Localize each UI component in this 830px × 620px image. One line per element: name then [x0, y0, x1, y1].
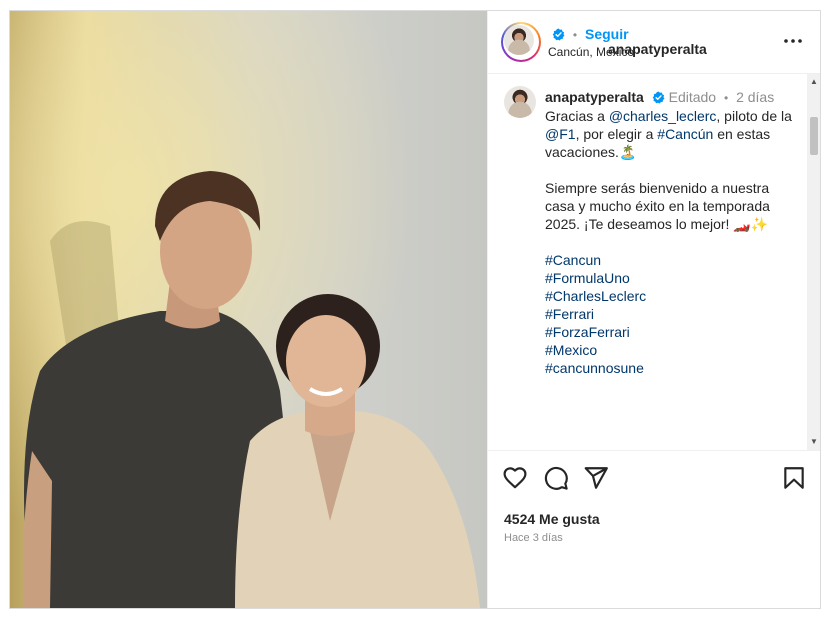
- post-photo: [10, 11, 487, 608]
- photo-illustration: [10, 11, 487, 608]
- post-dialog: anapatyperalta • Seguir Cancún, Mexico a…: [9, 10, 821, 609]
- post-location[interactable]: Cancún, Mexico: [548, 45, 634, 59]
- caption-text: anapatyperalta Editado • 2 días Gracias …: [545, 88, 795, 377]
- post-side-panel: anapatyperalta • Seguir Cancún, Mexico a…: [487, 11, 820, 608]
- caption-text-segment: , piloto de la: [716, 108, 792, 124]
- hashtag-link[interactable]: #Cancun: [545, 251, 795, 269]
- hashtag-link[interactable]: #CharlesLeclerc: [545, 287, 795, 305]
- post-header: anapatyperalta • Seguir Cancún, Mexico: [488, 11, 820, 74]
- follow-button[interactable]: Seguir: [585, 26, 629, 42]
- bookmark-icon[interactable]: [781, 465, 807, 491]
- heart-icon[interactable]: [502, 465, 528, 491]
- scrollbar-thumb[interactable]: [810, 117, 818, 155]
- header-separator: •: [572, 28, 578, 42]
- caption-separator: •: [723, 91, 729, 105]
- more-options-icon[interactable]: [783, 33, 803, 49]
- comment-icon[interactable]: [543, 465, 569, 491]
- edited-label: Editado: [668, 89, 717, 105]
- car-sparkles-emoji: 🏎️✨: [733, 216, 769, 232]
- caption-avatar[interactable]: [504, 86, 536, 118]
- caption-time[interactable]: 2 días: [736, 89, 774, 105]
- likes-count[interactable]: 4524 Me gusta: [504, 511, 600, 527]
- paper-plane-icon[interactable]: [583, 465, 609, 491]
- hashtag-link[interactable]: #FormulaUno: [545, 269, 795, 287]
- hashtag-link[interactable]: #cancunnosune: [545, 359, 795, 377]
- hashtag-link[interactable]: #Ferrari: [545, 305, 795, 323]
- scroll-down-arrow-icon[interactable]: ▼: [807, 436, 820, 448]
- caption-text-segment: Gracias a: [545, 108, 609, 124]
- hashtag-list: #Cancun #FormulaUno #CharlesLeclerc #Fer…: [545, 251, 795, 377]
- author-avatar[interactable]: [501, 22, 541, 62]
- mention-link[interactable]: @F1: [545, 126, 576, 142]
- caption-scrollbar[interactable]: ▲ ▼: [807, 74, 820, 450]
- verified-badge-icon: [552, 28, 565, 41]
- hashtag-link[interactable]: #ForzaFerrari: [545, 323, 795, 341]
- verified-badge-icon: [652, 91, 665, 104]
- post-timestamp[interactable]: Hace 3 días: [504, 532, 563, 544]
- header-line: anapatyperalta • Seguir: [548, 26, 707, 57]
- hashtag-link[interactable]: #Cancún: [657, 126, 713, 142]
- caption-username[interactable]: anapatyperalta: [545, 89, 644, 105]
- caption-paragraph-2: Siempre serás bienvenido a nuestra casa …: [545, 179, 795, 233]
- hashtag-link[interactable]: #Mexico: [545, 341, 795, 359]
- island-emoji: 🏝️: [618, 144, 637, 160]
- caption-text-segment: , por elegir a: [575, 126, 658, 142]
- post-actions: 4524 Me gusta Hace 3 días: [488, 450, 820, 608]
- caption-paragraph-1: Gracias a @charles_leclerc, piloto de la…: [545, 107, 795, 161]
- scroll-up-arrow-icon[interactable]: ▲: [807, 76, 820, 88]
- caption-area: anapatyperalta Editado • 2 días Gracias …: [488, 74, 807, 450]
- mention-link[interactable]: @charles_leclerc: [609, 108, 717, 124]
- caption-header: anapatyperalta Editado • 2 días: [545, 88, 795, 107]
